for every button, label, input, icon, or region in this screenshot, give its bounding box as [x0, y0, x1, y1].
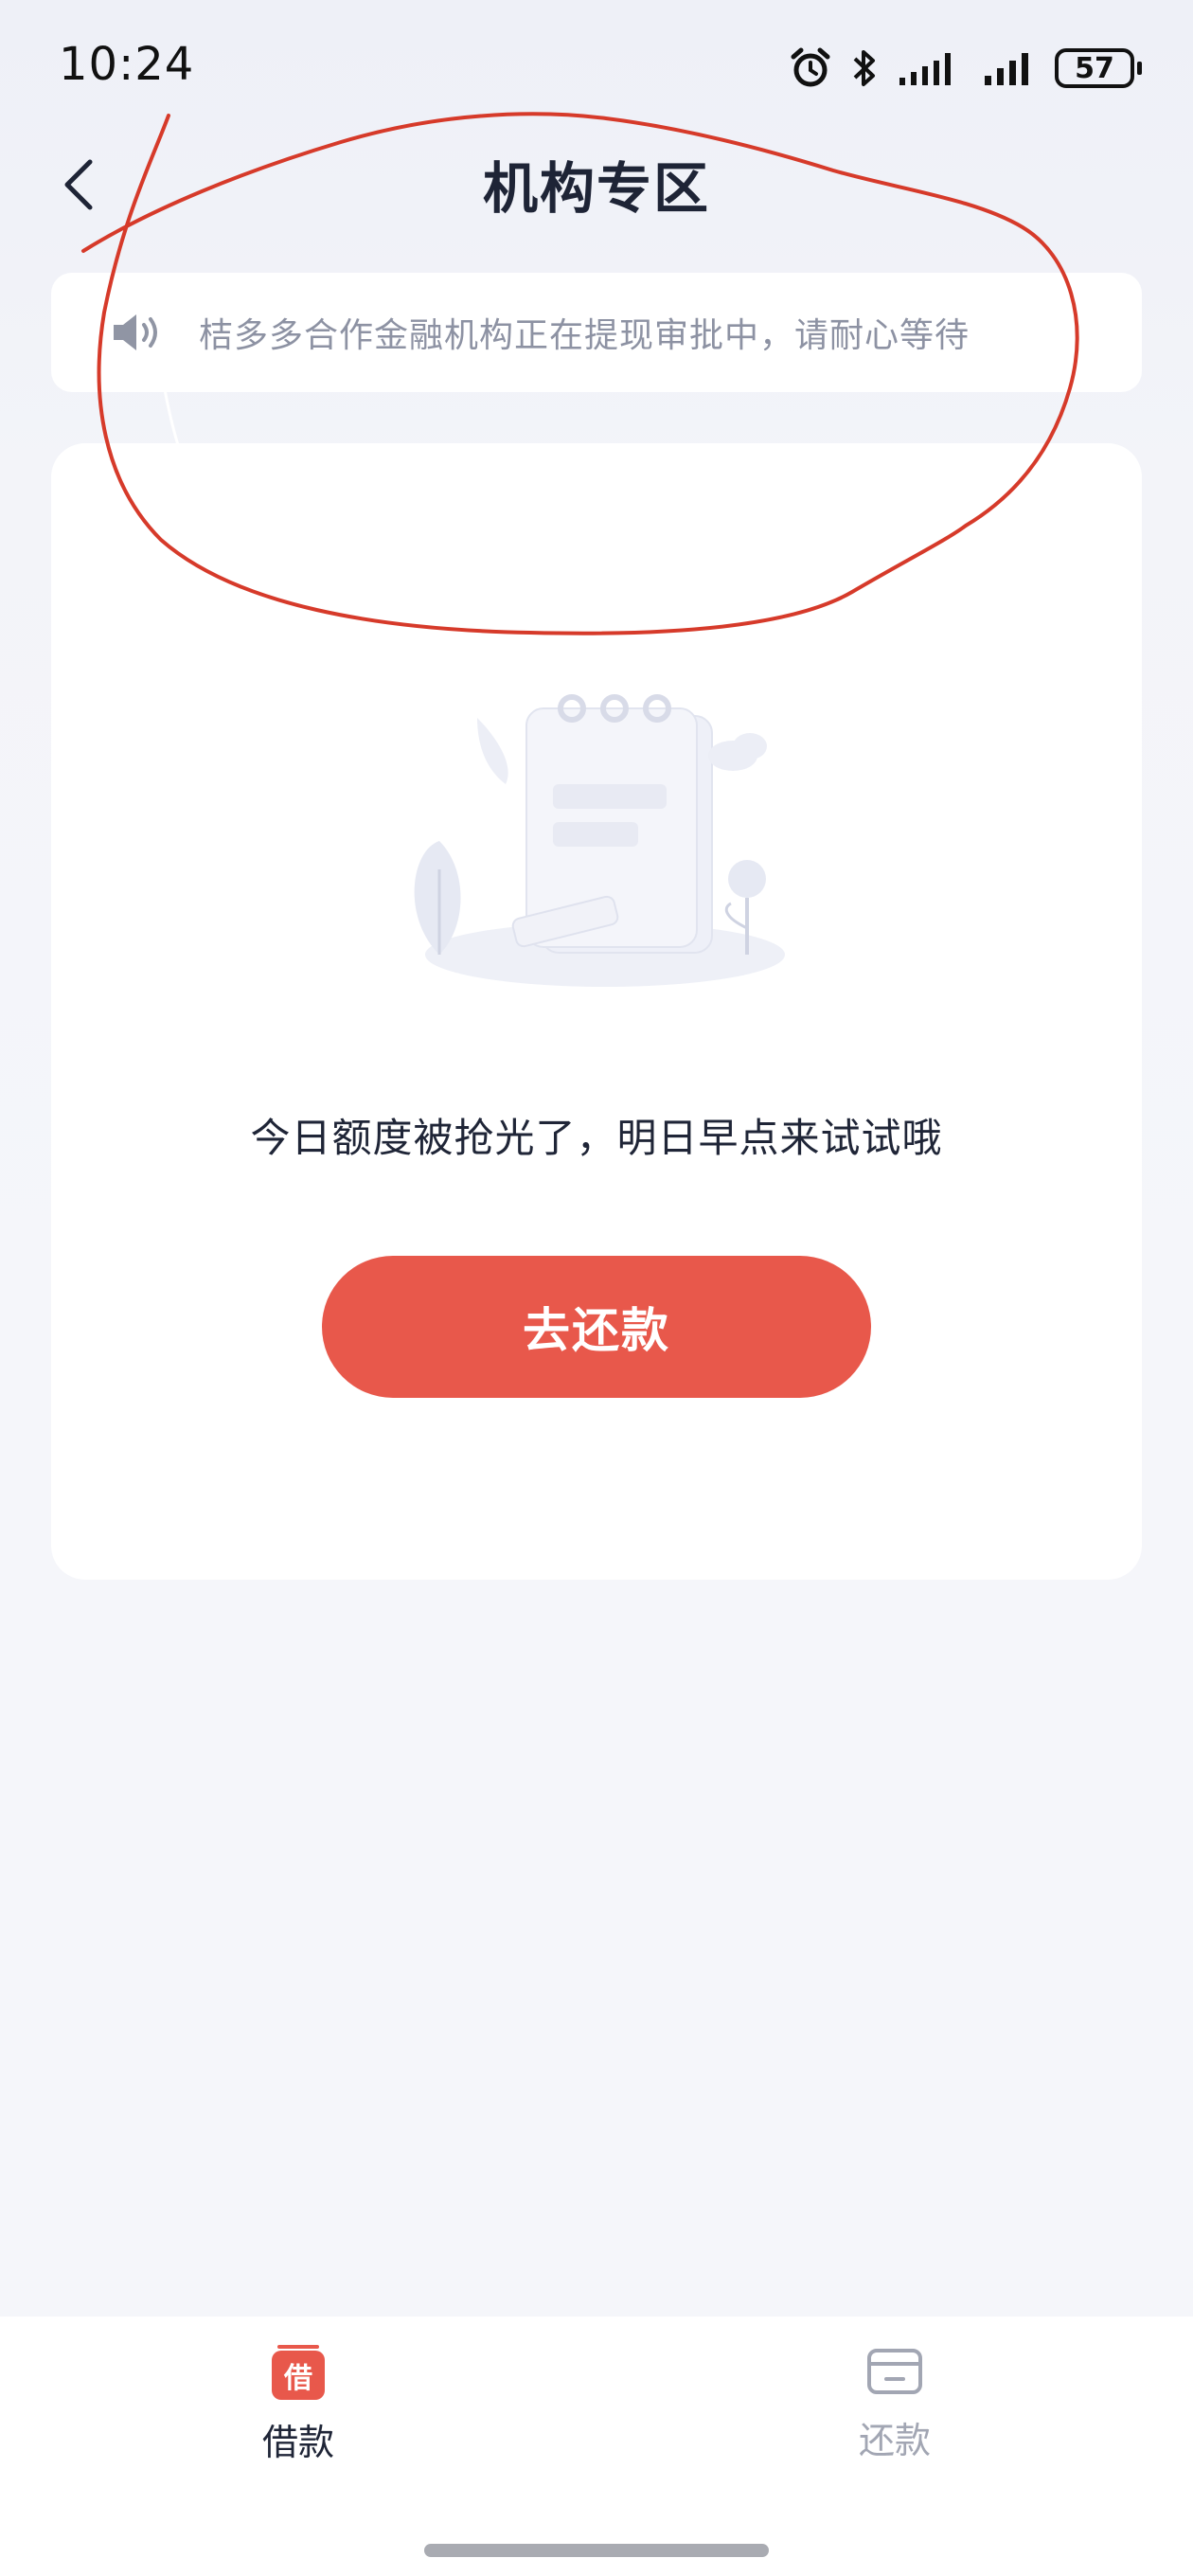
home-indicator: [424, 2544, 769, 2557]
bottom-tab-bar: 借 借款 还款: [0, 2317, 1193, 2576]
borrow-icon: 借: [272, 2345, 325, 2400]
status-icons: 57: [790, 44, 1142, 93]
go-repay-button[interactable]: 去还款: [322, 1256, 871, 1398]
empty-message: 今日额度被抢光了，明日早点来试试哦: [250, 1115, 943, 1161]
cell-signal-icon: [899, 53, 951, 85]
battery-indicator: 57: [1055, 48, 1142, 88]
page-title: 机构专区: [482, 156, 710, 221]
notice-bar: 桔多多合作金融机构正在提现审批中，请耐心等待: [51, 273, 1142, 392]
status-time: 10:24: [59, 38, 195, 91]
nav-bar: 机构专区: [0, 133, 1193, 237]
empty-state-card: 今日额度被抢光了，明日早点来试试哦 去还款: [51, 443, 1142, 1580]
notice-text: 桔多多合作金融机构正在提现审批中，请耐心等待: [199, 316, 970, 355]
tab-repay[interactable]: 还款: [791, 2345, 999, 2478]
bluetooth-icon: [853, 50, 875, 86]
tab-repay-label: 还款: [858, 2420, 931, 2461]
tab-borrow-label: 借款: [261, 2422, 334, 2463]
cell-signal-icon: [985, 53, 1028, 85]
status-bar: 10:24 57: [0, 0, 1193, 133]
empty-notepad-illustration: [414, 694, 785, 987]
alarm-icon: [791, 47, 830, 87]
tab-borrow[interactable]: 借 借款: [194, 2345, 402, 2478]
speaker-icon: [114, 314, 157, 350]
card-icon: [867, 2349, 922, 2394]
